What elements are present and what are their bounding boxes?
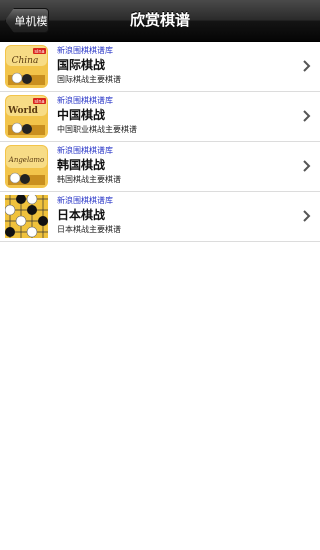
item-title: 国际棋战 — [57, 58, 106, 72]
thumb-script-text: China — [12, 56, 39, 66]
list-item-korea[interactable]: Angelamo 新浪围棋棋谱库 韩国棋战 韩国棋战主要棋谱 — [0, 142, 320, 192]
item-source: 新浪围棋棋谱库 — [57, 196, 113, 205]
item-subtitle: 国际棋战主要棋谱 — [57, 75, 121, 84]
item-subtitle: 韩国棋战主要棋谱 — [57, 175, 121, 184]
chevron-right-icon — [303, 110, 311, 122]
item-source: 新浪围棋棋谱库 — [57, 96, 113, 105]
item-subtitle: 日本棋战主要棋谱 — [57, 225, 121, 234]
sina-badge: sina — [34, 99, 44, 105]
list-item-japan[interactable]: 新浪围棋棋谱库 日本棋战 日本棋战主要棋谱 — [0, 192, 320, 242]
chevron-right-icon — [303, 210, 311, 222]
page-title: 欣赏棋谱 — [129, 11, 190, 29]
navigation-bar: 单机模式 欣赏棋谱 — [0, 0, 320, 42]
sina-badge: sina — [34, 49, 44, 55]
thumb-script-text: World — [7, 106, 39, 116]
list-item-international[interactable]: sina China 新浪围棋棋谱库 国际棋战 国际棋战主要棋谱 — [0, 42, 320, 92]
china-thumbnail: sina World — [5, 95, 48, 138]
item-source: 新浪围棋棋谱库 — [57, 46, 113, 55]
item-source: 新浪围棋棋谱库 — [57, 146, 113, 155]
international-thumbnail: sina China — [5, 45, 48, 88]
collection-list: sina China 新浪围棋棋谱库 国际棋战 国际棋战主要棋谱 sina Wo… — [0, 42, 320, 242]
japan-thumbnail — [5, 195, 48, 238]
chevron-right-icon — [303, 160, 311, 172]
item-title: 韩国棋战 — [57, 158, 106, 172]
list-item-china[interactable]: sina World 新浪围棋棋谱库 中国棋战 中国职业棋战主要棋谱 — [0, 92, 320, 142]
item-title: 日本棋战 — [57, 208, 106, 222]
item-title: 中国棋战 — [57, 108, 106, 122]
korea-thumbnail: Angelamo — [5, 145, 48, 188]
item-subtitle: 中国职业棋战主要棋谱 — [57, 125, 137, 134]
chevron-right-icon — [303, 60, 311, 72]
thumb-script-text: Angelamo — [8, 156, 44, 164]
